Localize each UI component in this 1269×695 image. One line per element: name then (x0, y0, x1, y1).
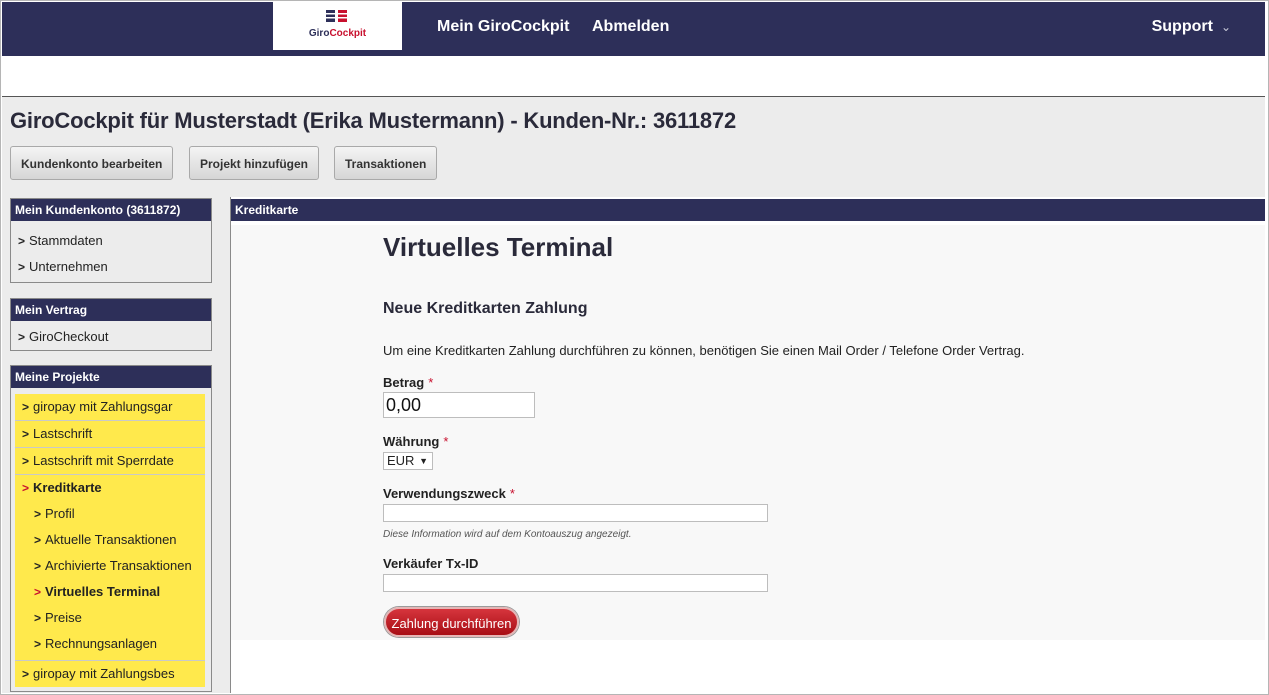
project-item-lastschrift-sperrdate[interactable]: > Lastschrift mit Sperrdate (15, 448, 205, 474)
contract-box-title: Mein Vertrag (11, 299, 211, 321)
form-subheading: Neue Kreditkarten Zahlung (383, 300, 588, 317)
transactions-button[interactable]: Transaktionen (334, 146, 438, 180)
amount-input[interactable] (383, 392, 535, 418)
required-marker: * (443, 434, 449, 449)
terminal-form-panel: Virtuelles Terminal Neue Kreditkarten Za… (231, 225, 1265, 640)
projects-box-title: Meine Projekte (11, 366, 211, 388)
projects-box: Meine Projekte > giropay mit Zahlungsgar … (10, 365, 212, 692)
intro-text: Um eine Kreditkarten Zahlung durchführen… (383, 343, 1025, 358)
chevron-right-icon: > (34, 585, 42, 599)
flag-logo-icon (326, 10, 347, 22)
page-heading: Virtuelles Terminal (383, 232, 614, 262)
nav-abmelden[interactable]: Abmelden (592, 18, 669, 36)
caret-down-icon: ▼ (419, 456, 428, 466)
currency-label: Währung * (383, 434, 449, 449)
project-item-giropay-zahlungsgar[interactable]: > giropay mit Zahlungsgar (15, 394, 205, 420)
add-project-button[interactable]: Projekt hinzufügen (189, 146, 319, 180)
project-item-lastschrift[interactable]: > Lastschrift (15, 421, 205, 447)
chevron-right-icon: > (34, 611, 42, 625)
purpose-hint: Diese Information wird auf dem Kontoausz… (383, 529, 632, 540)
chevron-right-icon: > (22, 400, 30, 414)
currency-select[interactable]: EUR ▼ (383, 452, 433, 470)
sub-header-strip (2, 56, 1265, 97)
chevron-down-icon: ⌄ (1220, 20, 1231, 34)
purpose-input[interactable] (383, 504, 768, 522)
chevron-right-icon: > (18, 330, 26, 344)
amount-label: Betrag * (383, 375, 434, 390)
logo[interactable]: GiroCockpit (273, 2, 402, 50)
project-group-kreditkarte: > Kreditkarte > Profil > Aktuelle Transakti… (15, 475, 205, 660)
sidebar-item-stammdaten[interactable]: > Stammdaten (11, 228, 211, 254)
chevron-right-icon: > (22, 481, 30, 495)
edit-account-button[interactable]: Kundenkonto bearbeiten (10, 146, 174, 180)
chevron-right-icon: > (22, 427, 30, 441)
chevron-right-icon: > (34, 637, 42, 651)
sidebar-item-girocheckout[interactable]: > GiroCheckout (11, 324, 211, 350)
section-title: Kreditkarte (231, 199, 1265, 221)
required-marker: * (428, 375, 434, 390)
submit-payment-button[interactable]: Zahlung durchführen (384, 607, 519, 637)
chevron-right-icon: > (22, 667, 30, 681)
chevron-right-icon: > (18, 260, 26, 274)
support-label: Support (1151, 18, 1213, 35)
nav-mein-girocockpit[interactable]: Mein GiroCockpit (437, 18, 569, 36)
top-navbar: GiroCockpit Mein GiroCockpit Abmelden Su… (2, 2, 1265, 56)
purpose-label: Verwendungszweck * (383, 486, 515, 501)
sidebar-item-unternehmen[interactable]: > Unternehmen (11, 254, 211, 280)
chevron-right-icon: > (34, 559, 42, 573)
subitem-rechnungsanlagen[interactable]: > Rechnungsanlagen (15, 631, 205, 657)
currency-value: EUR (387, 453, 415, 468)
subitem-profil[interactable]: > Profil (15, 501, 205, 527)
subitem-aktuelle-transaktionen[interactable]: > Aktuelle Transaktionen (15, 527, 205, 553)
subitem-virtuelles-terminal[interactable]: > Virtuelles Terminal (15, 579, 205, 605)
logo-text: GiroCockpit (308, 28, 367, 39)
page-title: GiroCockpit für Musterstadt (Erika Muste… (10, 108, 736, 133)
nav-support[interactable]: Support ⌄ (1152, 18, 1231, 36)
contract-box: Mein Vertrag > GiroCheckout (10, 298, 212, 351)
subitem-preise[interactable]: > Preise (15, 605, 205, 631)
chevron-right-icon: > (22, 454, 30, 468)
txid-label: Verkäufer Tx-ID (383, 556, 479, 571)
chevron-right-icon: > (34, 533, 42, 547)
subitem-archivierte-transaktionen[interactable]: > Archivierte Transaktionen (15, 553, 205, 579)
project-item-kreditkarte[interactable]: > Kreditkarte (15, 475, 205, 501)
account-box-title: Mein Kundenkonto (3611872) (11, 199, 211, 221)
chevron-right-icon: > (34, 507, 42, 521)
account-box: Mein Kundenkonto (3611872) > Stammdaten >… (10, 198, 212, 283)
project-item-giropay-zahlungsbes[interactable]: > giropay mit Zahlungsbes (15, 661, 205, 687)
chevron-right-icon: > (18, 234, 26, 248)
required-marker: * (509, 486, 515, 501)
txid-input[interactable] (383, 574, 768, 592)
page-header: GiroCockpit für Musterstadt (Erika Muste… (2, 97, 1265, 197)
